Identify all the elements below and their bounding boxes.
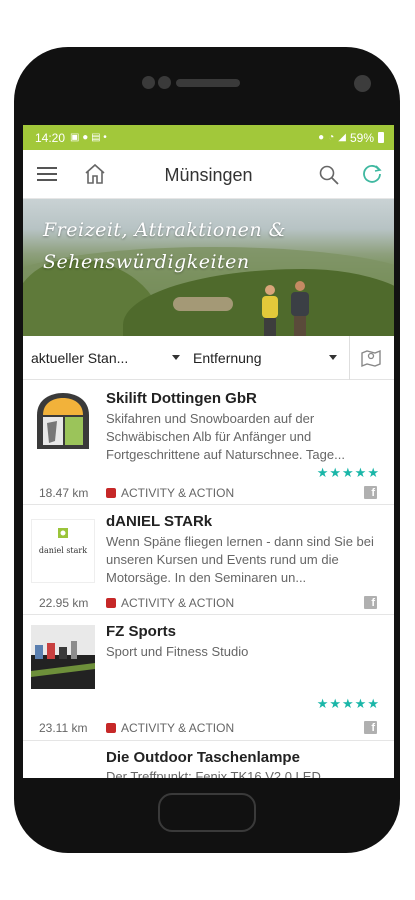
- listing-name: dANIEL STARk: [106, 513, 213, 530]
- earpiece: [176, 79, 240, 87]
- location-icon: ●: [318, 132, 325, 143]
- sort-dropdown[interactable]: Entfernung: [193, 336, 343, 380]
- home-hardware-button[interactable]: [158, 793, 256, 832]
- signal-icon: ◢: [338, 132, 346, 143]
- app-screen: 14:20 ▣ ● ▤ • ● ◔ ◢ 59% Münsingen Freize…: [23, 125, 394, 778]
- facebook-icon[interactable]: f: [364, 596, 377, 609]
- chevron-down-icon: [329, 355, 337, 360]
- refresh-icon[interactable]: [360, 162, 384, 191]
- listing-name: FZ Sports: [106, 623, 176, 640]
- sort-dropdown-value: Entfernung: [193, 350, 262, 366]
- chevron-down-icon: [172, 355, 180, 360]
- category-marker: [106, 723, 116, 733]
- listing-description: Der Treffpunkt: Fenix TK16 V2.0 LED: [106, 769, 321, 778]
- listing-name: Die Outdoor Taschenlampe: [106, 749, 300, 766]
- rating-stars: ★★★★★: [316, 465, 380, 480]
- listing-name: Skilift Dottingen GbR: [106, 390, 257, 407]
- category-label: ACTIVITY & ACTION: [121, 596, 235, 610]
- category-label: ACTIVITY & ACTION: [121, 486, 235, 500]
- facebook-icon[interactable]: f: [364, 721, 377, 734]
- listing-thumbnail: [31, 625, 95, 689]
- banner-title-line1: Freizeit, Attraktionen &: [43, 219, 287, 241]
- listing-distance: 22.95 km: [39, 596, 89, 610]
- sensor-dot: [158, 76, 171, 89]
- notification-icons: ▣ ● ▤ •: [70, 132, 107, 143]
- app-bar: Münsingen: [23, 150, 394, 199]
- category-marker: [106, 488, 116, 498]
- list-item[interactable]: Die Outdoor Taschenlampe Der Treffpunkt:…: [23, 741, 394, 778]
- search-icon[interactable]: [318, 164, 340, 191]
- location-dropdown-value: aktueller Stan...: [31, 350, 129, 366]
- location-dropdown[interactable]: aktueller Stan...: [31, 336, 186, 380]
- status-time: 14:20: [35, 130, 66, 145]
- rating-stars: ★★★★★: [316, 696, 380, 711]
- battery-icon: [378, 132, 384, 143]
- category-tag: ACTIVITY & ACTION: [106, 596, 234, 610]
- battery-level: 59%: [349, 130, 374, 145]
- banner-title-line2: Sehenswürdigkeiten: [43, 251, 250, 273]
- category-label: ACTIVITY & ACTION: [121, 721, 235, 735]
- category-tag: ACTIVITY & ACTION: [106, 486, 234, 500]
- banner-village: [173, 297, 233, 311]
- wifi-icon: ◔: [328, 132, 335, 143]
- list-item[interactable]: FZ Sports Sport und Fitness Studio ★★★★★…: [23, 615, 394, 741]
- listing-distance: 23.11 km: [39, 721, 88, 735]
- listing-description: Wenn Späne fliegen lernen - dann sind Si…: [106, 534, 374, 585]
- listing-thumbnail: daniel stark: [31, 519, 95, 583]
- list-item[interactable]: Skilift Dottingen GbR Skifahren und Snow…: [23, 380, 394, 505]
- listing-thumbnail: [31, 389, 95, 453]
- hiker-figure: [262, 285, 278, 336]
- header-banner: Freizeit, Attraktionen & Sehenswürdigkei…: [23, 199, 394, 336]
- logo-text: daniel stark: [38, 546, 88, 555]
- divider: [349, 336, 350, 380]
- listing-thumbnail: [31, 757, 95, 778]
- map-icon[interactable]: [360, 348, 382, 373]
- listing-description: Skifahren und Snowboarden auf der Schwäb…: [106, 411, 345, 462]
- category-marker: [106, 598, 116, 608]
- hiker-figure: [291, 281, 309, 336]
- listing-description: Sport und Fitness Studio: [106, 644, 249, 659]
- status-bar: 14:20 ▣ ● ▤ • ● ◔ ◢ 59%: [23, 125, 394, 150]
- front-camera: [354, 75, 371, 92]
- sensor-dot: [142, 76, 155, 89]
- list-item[interactable]: daniel stark dANIEL STARk Wenn Späne fli…: [23, 505, 394, 615]
- facebook-icon[interactable]: f: [364, 486, 377, 499]
- category-tag: ACTIVITY & ACTION: [106, 721, 234, 735]
- listing-distance: 18.47 km: [39, 486, 89, 500]
- filter-bar: aktueller Stan... Entfernung: [23, 336, 394, 380]
